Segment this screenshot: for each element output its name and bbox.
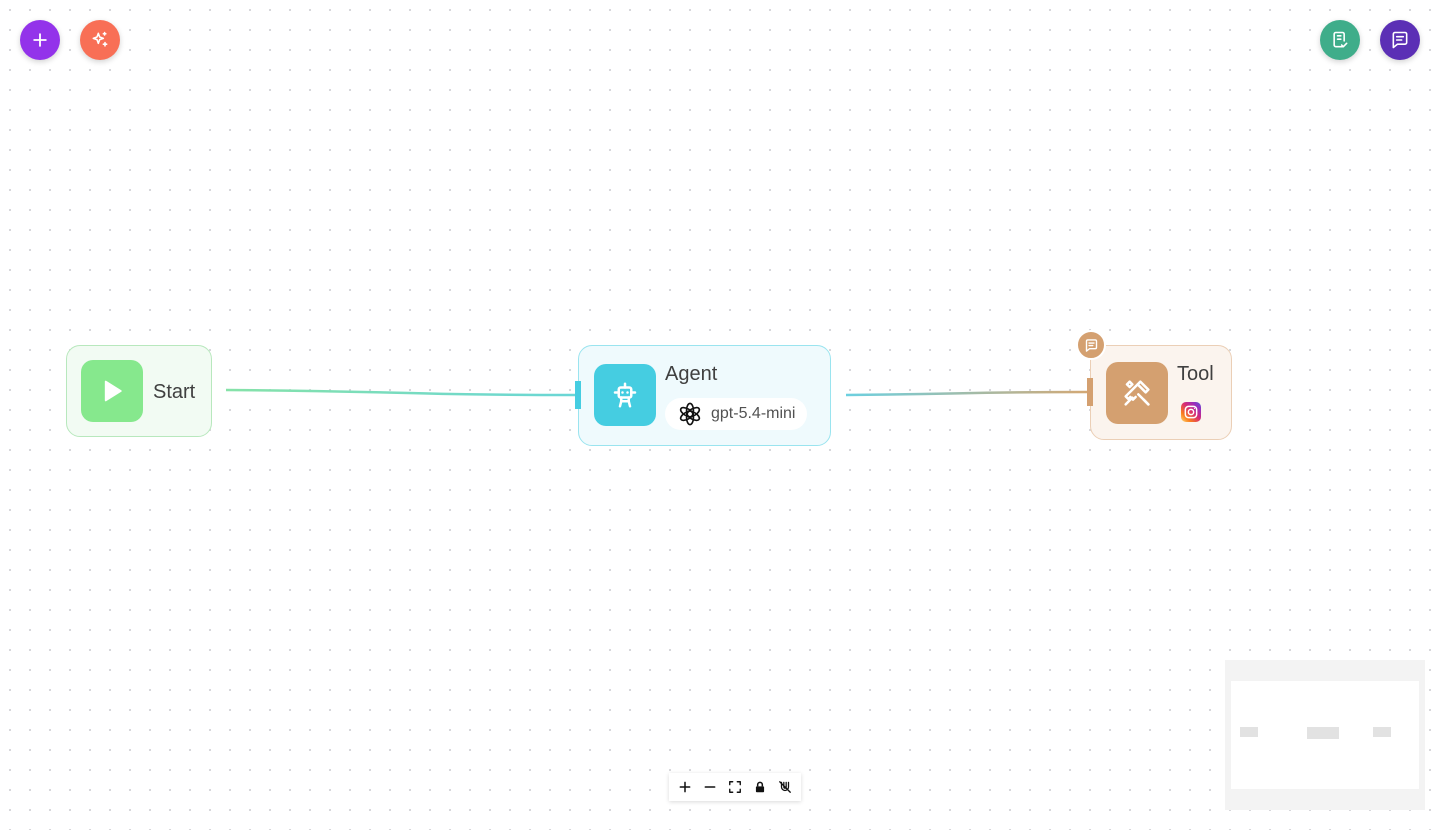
minimap-tool-node — [1373, 727, 1391, 737]
zoom-in-icon — [679, 781, 691, 793]
clipboard-check-icon — [1333, 31, 1348, 48]
plus-icon — [33, 33, 47, 47]
message-square-icon — [1392, 31, 1408, 49]
instagram-badge — [1181, 402, 1201, 422]
tool-node[interactable]: Tool — [1087, 345, 1232, 440]
agent-node-icon — [594, 364, 656, 426]
tools-icon — [1124, 380, 1150, 406]
edge-start-agent[interactable] — [225, 388, 578, 397]
bot-icon — [613, 382, 637, 408]
lock-icon — [755, 781, 764, 793]
tool-node-icon — [1106, 362, 1168, 424]
agent-node-label: Agent — [665, 363, 718, 385]
add-node-button[interactable] — [20, 20, 60, 60]
edge-agent-tool[interactable] — [845, 390, 1090, 397]
snap-toggle-button[interactable] — [774, 776, 796, 798]
start-node-label: Start — [153, 381, 196, 403]
magnet-off-icon — [778, 781, 791, 793]
zoom-out-button[interactable] — [699, 776, 721, 798]
message-square-icon — [1085, 338, 1097, 352]
fit-view-button[interactable] — [724, 776, 746, 798]
minimap[interactable] — [1225, 660, 1425, 810]
canvas-controls — [669, 773, 801, 801]
instagram-icon — [1184, 405, 1198, 419]
chat-button[interactable] — [1380, 20, 1420, 60]
agent-node[interactable]: Agent gpt-5.4-mini — [575, 345, 831, 446]
tool-input-handle[interactable] — [1087, 378, 1093, 406]
ai-assistant-button[interactable] — [80, 20, 120, 60]
lock-button[interactable] — [749, 776, 771, 798]
tool-note-button[interactable] — [1076, 330, 1106, 360]
start-node-icon — [81, 360, 143, 422]
play-icon — [104, 380, 122, 402]
agent-input-handle[interactable] — [575, 381, 581, 409]
sparkles-icon — [92, 31, 108, 47]
openai-icon — [679, 402, 701, 426]
tool-node-label: Tool — [1177, 363, 1214, 385]
fit-view-icon — [729, 781, 741, 793]
zoom-out-icon — [704, 786, 716, 788]
minimap-agent-node — [1307, 727, 1339, 739]
model-name: gpt-5.4-mini — [711, 405, 796, 422]
minimap-start-node — [1240, 727, 1258, 737]
zoom-in-button[interactable] — [674, 776, 696, 798]
checklist-button[interactable] — [1320, 20, 1360, 60]
model-selector[interactable]: gpt-5.4-mini — [665, 398, 808, 430]
start-node[interactable]: Start — [66, 345, 212, 437]
